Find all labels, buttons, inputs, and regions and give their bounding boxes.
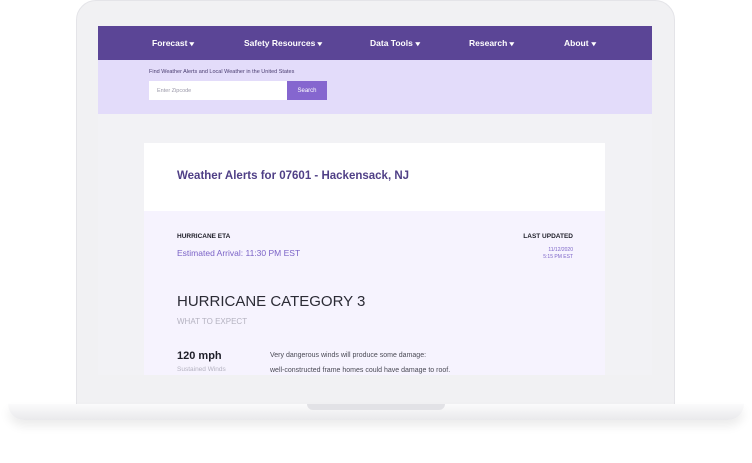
search-button[interactable]: Search <box>287 81 327 100</box>
nav-item-label: Data Tools <box>370 38 413 48</box>
nav-item-forecast[interactable]: Forecast ▾ <box>152 38 194 48</box>
nav-item-data-tools[interactable]: Data Tools ▾ <box>370 38 420 48</box>
category-title: HURRICANE CATEGORY 3 <box>177 293 366 310</box>
nav-item-label: Safety Resources <box>244 38 316 48</box>
alert-card-body: HURRICANE ETA Estimated Arrival: 11:30 P… <box>144 211 605 375</box>
alert-title: Weather Alerts for 07601 - Hackensack, N… <box>177 170 410 182</box>
search-band: Find Weather Alerts and Local Weather in… <box>98 60 652 114</box>
nav-item-research[interactable]: Research ▾ <box>469 38 514 48</box>
eta-label: HURRICANE ETA <box>177 233 231 240</box>
nav-item-about[interactable]: About ▾ <box>564 38 596 48</box>
chevron-down-icon: ▾ <box>509 41 515 48</box>
alert-card-header: Weather Alerts for 07601 - Hackensack, N… <box>144 143 605 211</box>
category-subtitle: WHAT TO EXPECT <box>177 317 248 326</box>
wind-description-line: well-constructed frame homes could have … <box>270 367 451 374</box>
chevron-down-icon: ▾ <box>415 41 420 48</box>
nav-item-label: Forecast <box>152 38 188 48</box>
wind-speed-caption: Sustained Winds <box>177 366 226 373</box>
last-updated-label: LAST UPDATED <box>523 233 573 240</box>
laptop-screen: Forecast ▾ Safety Resources ▾ Data Tools ▾ … <box>98 26 652 375</box>
wind-speed-value: 120 mph <box>177 350 222 362</box>
nav-item-label: About <box>564 38 589 48</box>
last-updated-date: 11/12/2020 <box>548 247 573 253</box>
wind-description-line: Very dangerous winds will produce some d… <box>270 352 427 359</box>
chevron-down-icon: ▾ <box>591 41 596 48</box>
last-updated-time: 5:15 PM EST <box>543 254 573 260</box>
chevron-down-icon: ▾ <box>189 41 195 48</box>
eta-value: Estimated Arrival: 11:30 PM EST <box>177 248 301 258</box>
chevron-down-icon: ▾ <box>317 41 323 48</box>
main-navigation: Forecast ▾ Safety Resources ▾ Data Tools ▾ … <box>98 26 652 60</box>
laptop-base-notch <box>307 404 445 410</box>
nav-item-label: Research <box>469 38 508 48</box>
zipcode-input[interactable]: Enter Zipcode <box>149 81 287 100</box>
search-caption: Find Weather Alerts and Local Weather in… <box>149 69 295 75</box>
nav-item-safety-resources[interactable]: Safety Resources ▾ <box>244 38 322 48</box>
